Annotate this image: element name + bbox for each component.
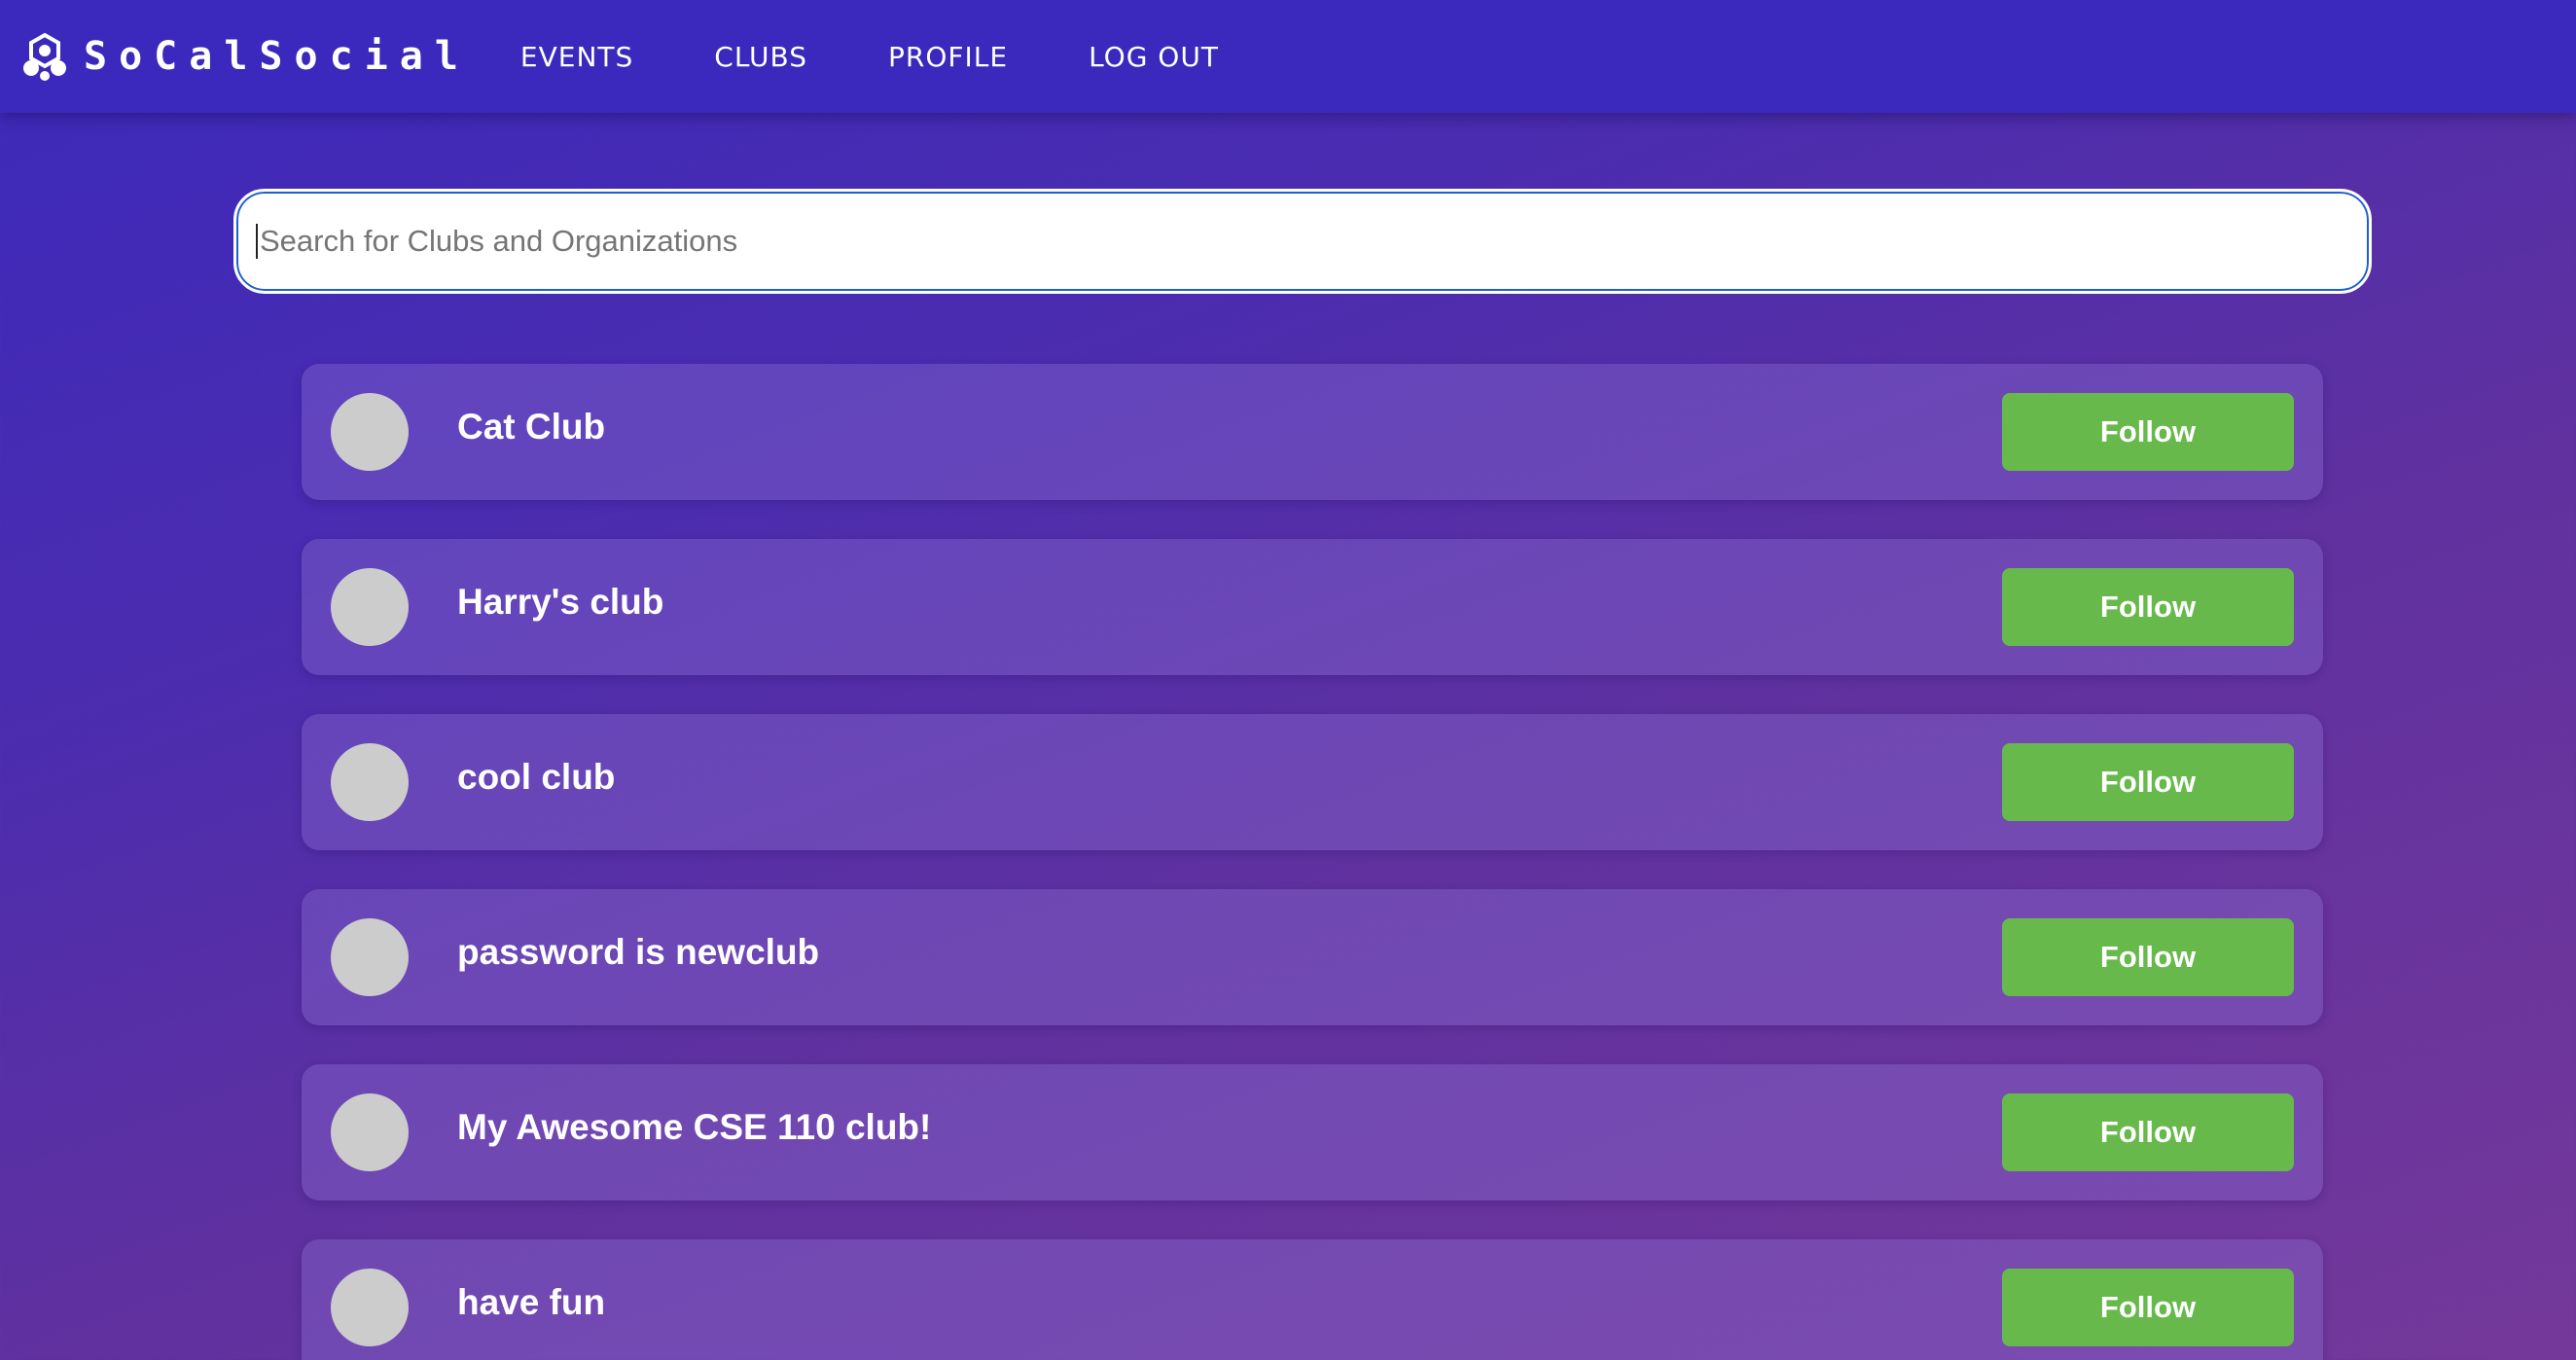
- brand-name: SoCalSocial: [84, 34, 470, 79]
- follow-button[interactable]: Follow: [2002, 568, 2294, 646]
- search-box: [233, 189, 2372, 294]
- top-navbar: SoCalSocial EVENTS CLUBS PROFILE LOG OUT: [0, 0, 2576, 113]
- nav-logout-link[interactable]: LOG OUT: [1089, 41, 1219, 73]
- follow-button[interactable]: Follow: [2002, 1093, 2294, 1171]
- club-card: My Awesome CSE 110 club! Follow: [302, 1064, 2323, 1200]
- club-card: have fun Follow: [302, 1239, 2323, 1360]
- club-name[interactable]: Harry's club: [457, 582, 2002, 623]
- club-card: Harry's club Follow: [302, 539, 2323, 675]
- club-avatar[interactable]: [331, 568, 409, 646]
- club-card: cool club Follow: [302, 714, 2323, 850]
- follow-button[interactable]: Follow: [2002, 918, 2294, 996]
- club-card: Cat Club Follow: [302, 364, 2323, 500]
- club-name[interactable]: password is newclub: [457, 932, 2002, 973]
- club-avatar[interactable]: [331, 1269, 409, 1346]
- nav-profile-link[interactable]: PROFILE: [888, 41, 1008, 73]
- follow-button[interactable]: Follow: [2002, 1269, 2294, 1346]
- club-avatar[interactable]: [331, 393, 409, 471]
- nav-links: EVENTS CLUBS PROFILE LOG OUT: [520, 41, 1300, 73]
- club-avatar[interactable]: [331, 1093, 409, 1171]
- club-name[interactable]: have fun: [457, 1282, 2002, 1323]
- cluster-logo-icon: [19, 31, 70, 82]
- club-search-input[interactable]: [256, 224, 2342, 259]
- brand[interactable]: SoCalSocial: [19, 0, 470, 113]
- club-avatar[interactable]: [331, 743, 409, 821]
- club-avatar[interactable]: [331, 918, 409, 996]
- club-name[interactable]: cool club: [457, 757, 2002, 798]
- nav-clubs-link[interactable]: CLUBS: [714, 41, 807, 73]
- club-name[interactable]: Cat Club: [457, 407, 2002, 447]
- club-name[interactable]: My Awesome CSE 110 club!: [457, 1107, 2002, 1148]
- nav-events-link[interactable]: EVENTS: [520, 41, 633, 73]
- club-list: Cat Club Follow Harry's club Follow cool…: [302, 364, 2323, 1360]
- follow-button[interactable]: Follow: [2002, 743, 2294, 821]
- club-card: password is newclub Follow: [302, 889, 2323, 1025]
- follow-button[interactable]: Follow: [2002, 393, 2294, 471]
